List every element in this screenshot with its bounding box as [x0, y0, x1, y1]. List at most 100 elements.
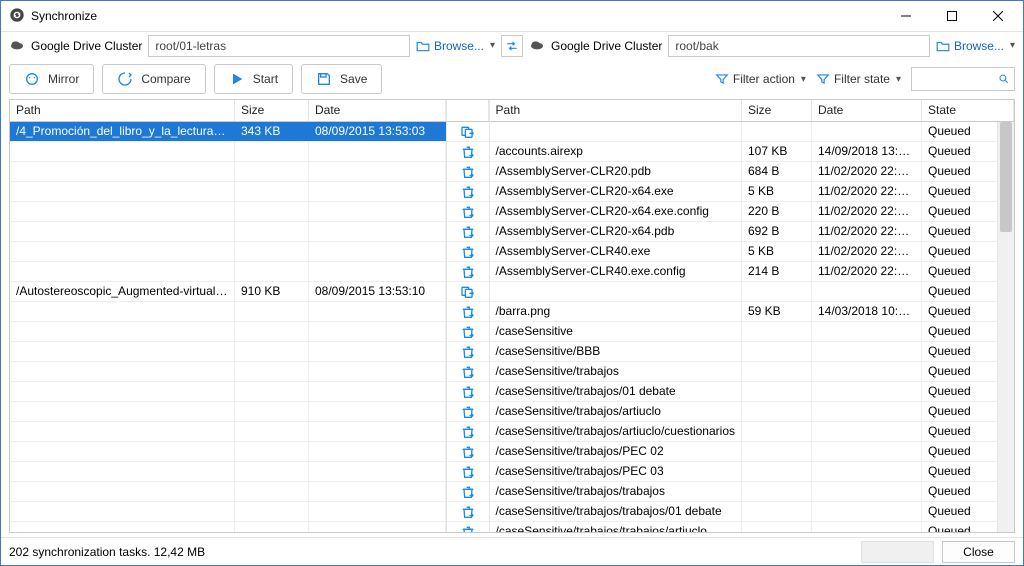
search-input[interactable] [916, 72, 994, 86]
hdr-right-size[interactable]: Size [742, 100, 812, 121]
table-row[interactable] [10, 162, 446, 182]
delete-right-icon[interactable] [447, 302, 489, 322]
close-dialog-button[interactable]: Close [942, 541, 1015, 563]
delete-right-icon[interactable] [447, 362, 489, 382]
scroll-thumb[interactable] [1000, 122, 1012, 232]
swap-button[interactable] [501, 35, 523, 57]
table-row[interactable] [10, 142, 446, 162]
table-row[interactable] [10, 182, 446, 202]
source-browse-button[interactable]: Browse... [416, 39, 495, 53]
cell-left-size [235, 482, 309, 501]
table-row[interactable]: /barra.png59 KB14/03/2018 10:51:55Queued [490, 302, 1014, 322]
table-row[interactable]: /AssemblyServer-CLR40.exe.config214 B11/… [490, 262, 1014, 282]
table-row[interactable]: Queued [490, 122, 1014, 142]
table-row[interactable]: /caseSensitive/trabajos/artiucloQueued [490, 402, 1014, 422]
table-row[interactable] [10, 402, 446, 422]
table-row[interactable] [10, 222, 446, 242]
delete-right-icon[interactable] [447, 322, 489, 342]
table-row[interactable]: /accounts.airexp107 KB14/09/2018 13:32:5… [490, 142, 1014, 162]
search-box[interactable] [911, 67, 1015, 91]
vertical-scrollbar[interactable] [997, 122, 1014, 532]
compare-button[interactable]: Compare [102, 64, 205, 94]
hdr-right-state[interactable]: State [922, 100, 1014, 121]
delete-right-icon[interactable] [447, 522, 489, 532]
table-row[interactable]: /caseSensitive/trabajos/PEC 02Queued [490, 442, 1014, 462]
table-row[interactable] [10, 382, 446, 402]
table-row[interactable] [10, 302, 446, 322]
delete-right-icon[interactable] [447, 162, 489, 182]
delete-right-icon[interactable] [447, 182, 489, 202]
table-row[interactable] [10, 362, 446, 382]
table-row[interactable]: /caseSensitive/trabajos/01 debateQueued [490, 382, 1014, 402]
table-row[interactable]: /AssemblyServer-CLR20-x64.pdb692 B11/02/… [490, 222, 1014, 242]
hdr-left-date[interactable]: Date [309, 100, 446, 121]
table-row[interactable] [10, 422, 446, 442]
table-row[interactable]: /caseSensitive/trabajos/trabajos/artiucl… [490, 522, 1014, 532]
table-row[interactable]: /AssemblyServer-CLR20-x64.exe5 KB11/02/2… [490, 182, 1014, 202]
table-row[interactable] [10, 322, 446, 342]
table-row[interactable]: /caseSensitive/trabajos/trabajosQueued [490, 482, 1014, 502]
table-row[interactable] [10, 342, 446, 362]
table-row[interactable]: /caseSensitive/trabajos/trabajos/01 deba… [490, 502, 1014, 522]
table-row[interactable] [10, 462, 446, 482]
table-row[interactable] [10, 482, 446, 502]
table-row[interactable] [10, 202, 446, 222]
source-path-input[interactable] [148, 35, 410, 57]
hdr-left-path[interactable]: Path [10, 100, 235, 121]
cell-left-path [10, 202, 235, 221]
delete-right-icon[interactable] [447, 202, 489, 222]
table-row[interactable]: /caseSensitiveQueued [490, 322, 1014, 342]
cell-left-date: 08/09/2015 13:53:10 [309, 282, 446, 301]
table-row[interactable]: /AssemblyServer-CLR20.pdb684 B11/02/2020… [490, 162, 1014, 182]
hdr-right-date[interactable]: Date [812, 100, 922, 121]
table-row[interactable]: /4_Promoción_del_libro_y_la_lectura.pdf3… [10, 122, 446, 142]
copy-right-icon[interactable] [447, 282, 489, 302]
table-row[interactable]: /caseSensitive/trabajosQueued [490, 362, 1014, 382]
filter-action-dropdown[interactable]: Filter action [715, 72, 806, 86]
cell-left-path [10, 182, 235, 201]
delete-right-icon[interactable] [447, 342, 489, 362]
delete-right-icon[interactable] [447, 242, 489, 262]
save-button[interactable]: Save [301, 64, 382, 94]
delete-right-icon[interactable] [447, 482, 489, 502]
cell-right-date [812, 342, 922, 361]
table-row[interactable] [10, 522, 446, 532]
delete-right-icon[interactable] [447, 502, 489, 522]
cell-right-date [812, 362, 922, 381]
table-row[interactable]: /AssemblyServer-CLR40.exe5 KB11/02/2020 … [490, 242, 1014, 262]
table-row[interactable] [10, 242, 446, 262]
cell-right-size [742, 122, 812, 141]
table-row[interactable]: /caseSensitive/trabajos/artiuclo/cuestio… [490, 422, 1014, 442]
minimize-button[interactable] [883, 1, 929, 31]
target-browse-button[interactable]: Browse... [936, 39, 1015, 53]
target-path-input[interactable] [668, 35, 930, 57]
delete-right-icon[interactable] [447, 462, 489, 482]
delete-right-icon[interactable] [447, 262, 489, 282]
table-row[interactable] [10, 262, 446, 282]
table-row[interactable]: /caseSensitive/trabajos/PEC 03Queued [490, 462, 1014, 482]
table-row[interactable]: /AssemblyServer-CLR20-x64.exe.config220 … [490, 202, 1014, 222]
mirror-button[interactable]: Mirror [9, 64, 94, 94]
hdr-left-size[interactable]: Size [235, 100, 309, 121]
delete-right-icon[interactable] [447, 402, 489, 422]
maximize-button[interactable] [929, 1, 975, 31]
hdr-right-path[interactable]: Path [490, 100, 742, 121]
status-blank-button[interactable] [861, 541, 934, 563]
delete-right-icon[interactable] [447, 142, 489, 162]
cell-right-size [742, 422, 812, 441]
table-row[interactable]: /Autostereoscopic_Augmented-virtual_Real… [10, 282, 446, 302]
table-row[interactable] [10, 442, 446, 462]
delete-right-icon[interactable] [447, 222, 489, 242]
delete-right-icon[interactable] [447, 422, 489, 442]
delete-right-icon[interactable] [447, 442, 489, 462]
copy-right-icon[interactable] [447, 122, 489, 142]
close-button[interactable] [975, 1, 1021, 31]
cell-left-date [309, 162, 446, 181]
table-row[interactable]: /caseSensitive/BBBQueued [490, 342, 1014, 362]
table-row[interactable] [10, 502, 446, 522]
start-button[interactable]: Start [214, 64, 293, 94]
cell-right-date: 14/09/2018 13:32:50 [812, 142, 922, 161]
table-row[interactable]: Queued [490, 282, 1014, 302]
filter-state-dropdown[interactable]: Filter state [816, 72, 901, 86]
delete-right-icon[interactable] [447, 382, 489, 402]
